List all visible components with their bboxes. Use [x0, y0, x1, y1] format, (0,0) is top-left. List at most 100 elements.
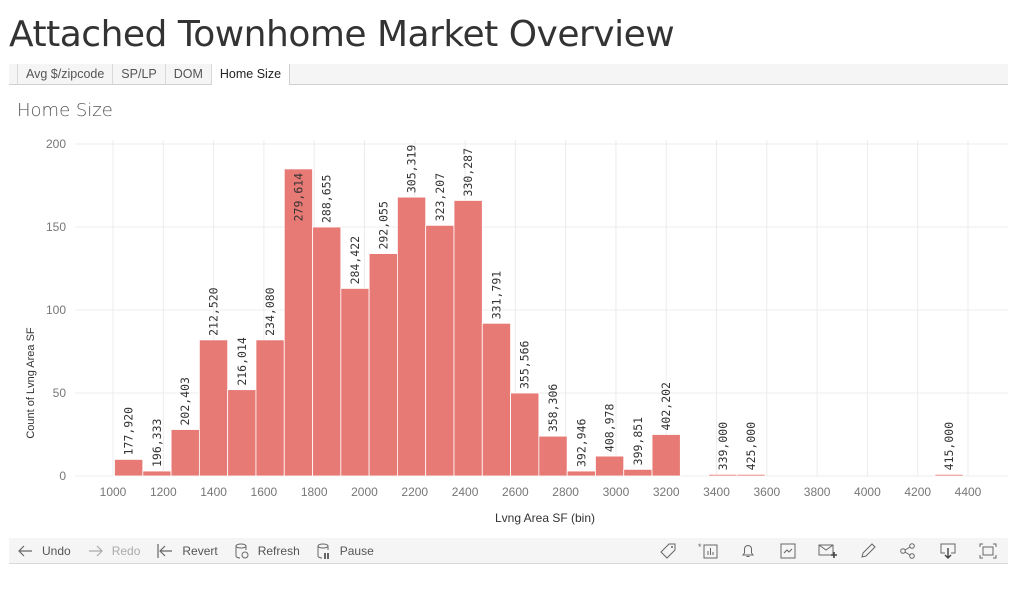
alert-button[interactable] [728, 538, 768, 563]
fullscreen-button[interactable] [968, 538, 1008, 563]
histogram-bar[interactable] [114, 458, 144, 477]
histogram-bar[interactable] [170, 429, 200, 477]
redo-button[interactable]: Redo [88, 543, 141, 558]
data-source-button[interactable]: * [688, 538, 728, 563]
histogram-bar[interactable] [595, 455, 625, 477]
x-axis-label: Lvng Area SF (bin) [495, 511, 595, 525]
tab-dom[interactable]: DOM [166, 64, 212, 84]
x-tick-label: 3400 [703, 485, 730, 499]
x-tick-label: 3200 [653, 485, 680, 499]
subscribe-button[interactable] [808, 538, 848, 563]
y-tick-label: 50 [53, 386, 67, 400]
arrow-left-icon [18, 545, 32, 556]
y-tick-label: 100 [46, 303, 66, 317]
x-tick-label: 2800 [552, 485, 579, 499]
x-tick-label: 1800 [301, 485, 328, 499]
tag-icon [660, 543, 676, 559]
bar-value-label: 330,287 [461, 148, 475, 197]
bar-value-label: 202,403 [178, 377, 192, 426]
bar-value-label: 415,000 [942, 422, 956, 471]
svg-text:*: * [698, 543, 702, 552]
histogram-bar[interactable] [368, 253, 398, 477]
x-tick-label: 4200 [904, 485, 931, 499]
histogram-bar[interactable] [142, 470, 172, 477]
bar-value-label: 292,055 [376, 201, 390, 249]
download-icon [940, 543, 956, 559]
histogram-bar[interactable] [453, 200, 483, 477]
histogram-bar[interactable] [397, 196, 427, 477]
arrow-right-icon [88, 545, 103, 556]
histogram-bar[interactable] [566, 470, 596, 477]
y-axis-label: Count of Lvng Area SF [25, 327, 37, 439]
bar-value-label: 399,851 [631, 417, 645, 466]
undo-label: Undo [42, 543, 71, 558]
x-axis-ticks: 1000 1200 1400 1600 1800 2000 2200 2400 2600 2800… [100, 485, 982, 499]
histogram-bar[interactable] [736, 473, 766, 477]
histogram-bar[interactable] [227, 389, 257, 477]
tab-home-size[interactable]: Home Size [211, 64, 291, 85]
share-button[interactable] [888, 538, 928, 563]
x-tick-label: 2600 [502, 485, 529, 499]
bar-value-label: 196,333 [150, 418, 164, 467]
tab-spacer [9, 64, 18, 84]
bar-value-label: 339,000 [716, 422, 730, 471]
metrics-button[interactable] [768, 538, 808, 563]
bar-value-label: 331,791 [489, 271, 503, 320]
dashboard-title: Attached Townhome Market Overview [9, 14, 675, 55]
bar-value-label: 355,566 [518, 340, 532, 389]
redo-label: Redo [111, 543, 141, 558]
share-icon [900, 542, 915, 559]
x-tick-label: 3000 [603, 485, 630, 499]
histogram-bar[interactable] [538, 435, 568, 477]
bar-value-label: 234,080 [263, 287, 277, 336]
revert-icon [157, 543, 173, 558]
tag-button[interactable] [648, 538, 688, 563]
revert-button[interactable]: Revert [157, 543, 218, 558]
histogram-bar[interactable] [340, 288, 370, 477]
x-tick-label: 4400 [955, 485, 982, 499]
x-tick-label: 1000 [100, 485, 127, 499]
histogram-bar[interactable] [934, 473, 964, 477]
bar-value-label: 402,202 [659, 382, 673, 430]
fullscreen-icon [979, 543, 997, 558]
x-tick-label: 4000 [854, 485, 881, 499]
pause-button[interactable]: Pause [317, 543, 374, 559]
x-tick-label: 1600 [251, 485, 278, 499]
histogram-bar[interactable] [623, 468, 653, 477]
bar-value-label: 425,000 [744, 422, 758, 471]
undo-button[interactable]: Undo [18, 544, 71, 558]
tab-avg-per-zipcode[interactable]: Avg $/zipcode [18, 64, 114, 84]
y-tick-label: 200 [46, 137, 66, 151]
histogram-bar[interactable] [312, 226, 342, 477]
metrics-icon [780, 543, 796, 558]
refresh-label: Refresh [257, 543, 300, 558]
histogram-bar[interactable] [510, 392, 540, 477]
refresh-data-icon [235, 543, 249, 558]
histogram-bar[interactable] [651, 434, 681, 477]
data-source-icon: * [698, 543, 718, 558]
histogram-bar[interactable] [481, 322, 511, 477]
x-tick-label: 2000 [351, 485, 378, 499]
pause-data-icon [317, 543, 329, 559]
histogram-bar[interactable] [708, 473, 738, 477]
histogram-bar[interactable] [198, 339, 229, 477]
bar-value-label: 358,306 [546, 384, 560, 433]
histogram-bar[interactable] [255, 339, 285, 477]
sheet-tabs: Avg $/zipcode SP/LP DOM Home Size [9, 64, 1008, 85]
histogram-bar[interactable] [425, 224, 455, 477]
bar-value-label: 216,014 [235, 337, 249, 386]
bar-value-label: 284,422 [348, 236, 362, 284]
bar-value-label: 392,946 [574, 418, 588, 467]
x-tick-label: 2400 [452, 485, 479, 499]
y-tick-label: 0 [59, 469, 66, 483]
download-button[interactable] [928, 538, 968, 563]
x-tick-label: 3600 [753, 485, 780, 499]
bars [114, 168, 964, 477]
bar-value-label: 305,319 [405, 145, 419, 194]
edit-button[interactable] [848, 538, 888, 563]
bar-value-label: 323,207 [433, 173, 447, 222]
pencil-icon [861, 542, 876, 558]
refresh-button[interactable]: Refresh [235, 543, 300, 559]
tab-sp-lp[interactable]: SP/LP [113, 64, 166, 84]
sheet-title: Home Size [17, 100, 113, 121]
